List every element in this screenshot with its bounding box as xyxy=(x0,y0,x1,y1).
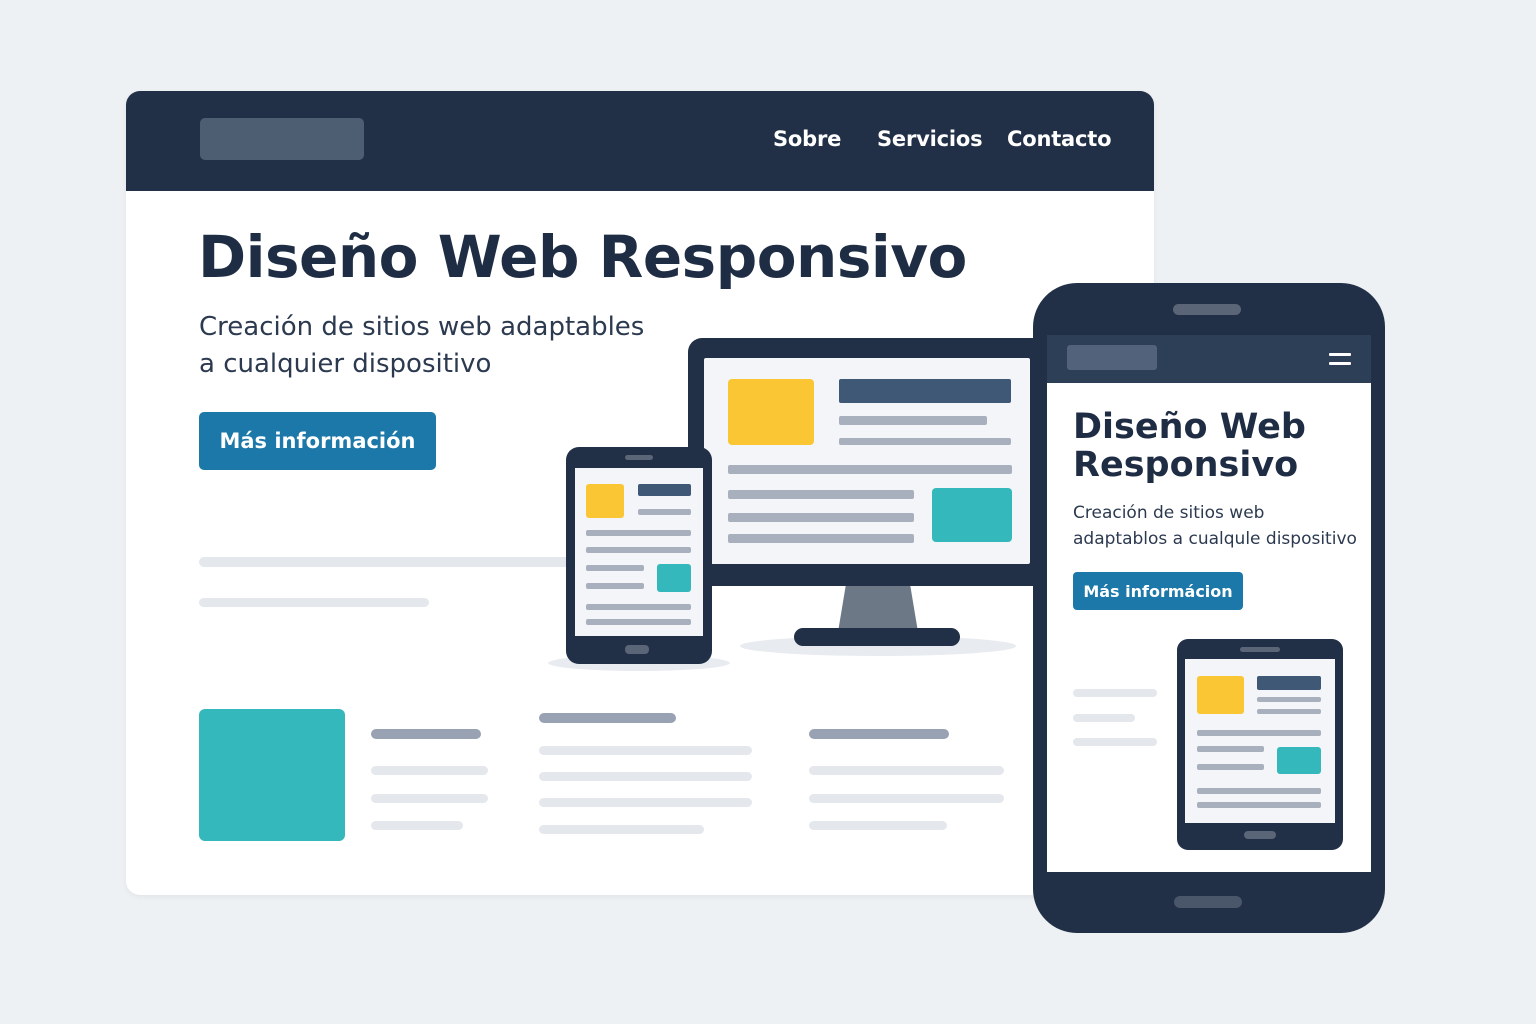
monitor-stand-base xyxy=(794,628,960,646)
phone-page-title: Diseño Web Responsivo xyxy=(1073,408,1306,484)
tablet-speaker xyxy=(625,455,653,460)
placeholder-line xyxy=(1197,788,1321,794)
placeholder-line xyxy=(1197,802,1321,808)
monitor-illustration xyxy=(688,338,1050,586)
placeholder-line xyxy=(728,490,914,499)
yellow-image-block xyxy=(1197,676,1244,714)
phone-title-line: Responsivo xyxy=(1073,445,1299,485)
phone-subtitle-line: Creación de sitios web xyxy=(1073,503,1265,523)
placeholder-line xyxy=(1073,689,1157,697)
phone-screen: Diseño Web Responsivo Creación de sitios… xyxy=(1047,335,1371,872)
phone-subtitle-line: adaptablos a cualqule dispositivo xyxy=(1073,529,1357,549)
monitor-screen xyxy=(704,358,1030,564)
nav-link-contacto[interactable]: Contacto xyxy=(1007,127,1112,151)
tablet-home-button xyxy=(625,645,649,654)
placeholder-line xyxy=(371,766,488,775)
yellow-image-block xyxy=(586,484,624,518)
placeholder-line xyxy=(1257,709,1321,714)
site-header: Sobre Servicios Contacto xyxy=(126,91,1154,191)
placeholder-line xyxy=(728,534,914,543)
placeholder-line xyxy=(809,766,1004,775)
teal-block xyxy=(657,564,691,592)
placeholder-line xyxy=(371,794,488,803)
placeholder-heading xyxy=(539,713,676,723)
phone-title-line: Diseño Web xyxy=(1073,407,1306,447)
phone-speaker xyxy=(1173,304,1241,315)
tablet-home-button xyxy=(1244,831,1276,839)
placeholder-line xyxy=(638,509,691,515)
page-title: Diseño Web Responsivo xyxy=(198,223,967,291)
placeholder-line xyxy=(371,821,463,830)
placeholder-line xyxy=(539,746,752,755)
placeholder-line xyxy=(809,794,1004,803)
phone-logo-placeholder xyxy=(1067,345,1157,370)
placeholder-line xyxy=(839,438,1011,445)
mini-tablet-screen xyxy=(1185,659,1335,823)
teal-block xyxy=(932,488,1012,542)
placeholder-line xyxy=(586,530,691,536)
placeholder-heading xyxy=(809,729,949,739)
hero-subtitle-line: a cualquier dispositivo xyxy=(199,349,492,379)
mini-tablet-illustration xyxy=(1177,639,1343,850)
placeholder-line xyxy=(199,598,429,607)
placeholder-line xyxy=(1073,714,1135,722)
placeholder-line xyxy=(1197,746,1264,752)
hero-subtitle: Creación de sitios web adaptables a cual… xyxy=(199,309,644,383)
placeholder-line xyxy=(539,772,752,781)
placeholder-line xyxy=(1197,764,1264,770)
phone-mockup: Diseño Web Responsivo Creación de sitios… xyxy=(1033,283,1385,933)
placeholder-line xyxy=(1073,738,1157,746)
placeholder-line xyxy=(539,798,752,807)
placeholder-line xyxy=(1197,730,1321,736)
header-block xyxy=(638,484,691,496)
placeholder-line xyxy=(839,416,987,425)
placeholder-line xyxy=(586,604,691,610)
placeholder-line xyxy=(586,547,691,553)
phone-subtitle: Creación de sitios web adaptablos a cual… xyxy=(1073,500,1357,552)
placeholder-heading xyxy=(371,729,481,739)
placeholder-line xyxy=(199,557,579,567)
hamburger-menu-icon[interactable] xyxy=(1329,353,1351,367)
placeholder-line xyxy=(586,565,644,571)
placeholder-line xyxy=(586,619,691,625)
yellow-image-block xyxy=(728,379,814,445)
teal-block xyxy=(1277,747,1321,774)
placeholder-line xyxy=(728,513,914,522)
header-block xyxy=(839,379,1011,403)
monitor-stand xyxy=(838,584,918,632)
tablet-illustration xyxy=(566,447,712,664)
hero-subtitle-line: Creación de sitios web adaptables xyxy=(199,312,645,342)
phone-more-info-button[interactable]: Más informácion xyxy=(1073,572,1243,610)
more-info-button[interactable]: Más información xyxy=(199,412,436,470)
placeholder-line xyxy=(809,821,947,830)
phone-site-header xyxy=(1047,335,1371,383)
tablet-screen xyxy=(575,468,703,636)
phone-home-button[interactable] xyxy=(1174,896,1242,908)
nav-link-servicios[interactable]: Servicios xyxy=(877,127,983,151)
placeholder-line xyxy=(1257,697,1321,702)
header-block xyxy=(1257,676,1321,690)
tablet-speaker xyxy=(1240,647,1280,652)
placeholder-line xyxy=(586,583,644,589)
nav-link-sobre[interactable]: Sobre xyxy=(773,127,841,151)
logo-placeholder xyxy=(200,118,364,160)
placeholder-line xyxy=(539,825,704,834)
placeholder-line xyxy=(728,465,1012,474)
feature-image-placeholder xyxy=(199,709,345,841)
